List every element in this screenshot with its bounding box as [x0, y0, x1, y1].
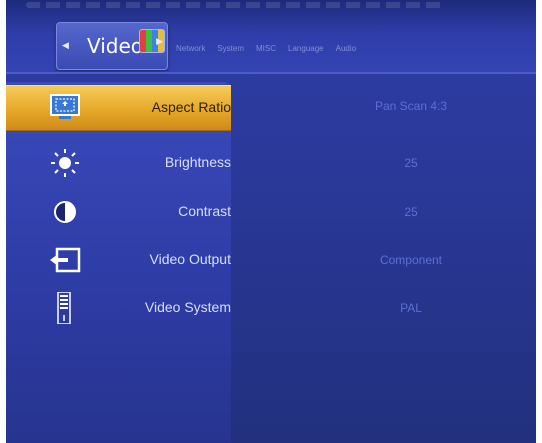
- menu-item-brightness[interactable]: Brightness: [6, 141, 231, 185]
- tab-network[interactable]: Network: [176, 44, 205, 53]
- tab-left-arrow-icon[interactable]: ◀: [62, 41, 69, 51]
- value-brightness: 25: [404, 156, 418, 170]
- brightness-sun-icon: [48, 147, 82, 179]
- menu-item-aspect-ratio[interactable]: Aspect Ratio: [6, 85, 231, 131]
- value-contrast: 25: [404, 205, 418, 219]
- aspect-ratio-icon: [48, 92, 82, 124]
- tab-language[interactable]: Language: [288, 44, 324, 53]
- top-bar: ◀ Video ▶ Network System MISC Language A…: [6, 0, 536, 72]
- tab-video-label: Video: [87, 34, 144, 58]
- video-system-icon: [48, 291, 82, 325]
- menu-label: Brightness: [164, 154, 231, 170]
- menu-label: Aspect Ratio: [151, 99, 231, 115]
- value-aspect-ratio: Pan Scan 4:3: [374, 99, 448, 113]
- menu-item-video-output[interactable]: Video Output: [6, 238, 231, 282]
- contrast-icon: [48, 196, 82, 228]
- top-decoration: [26, 2, 446, 8]
- tab-audio[interactable]: Audio: [336, 44, 356, 53]
- menu-label: Contrast: [178, 203, 231, 219]
- menu-label: Video Output: [149, 251, 231, 267]
- tab-system[interactable]: System: [217, 44, 244, 53]
- menu-label: Video System: [144, 299, 231, 315]
- menu-item-contrast[interactable]: Contrast: [6, 190, 231, 234]
- tab-right-arrow-icon[interactable]: ▶: [156, 37, 163, 47]
- menu-item-video-system[interactable]: Video System: [6, 286, 231, 330]
- divider: [6, 72, 536, 74]
- tab-video[interactable]: ◀ Video ▶: [56, 22, 168, 70]
- video-output-icon: [48, 244, 82, 276]
- value-video-output: Component: [379, 253, 443, 267]
- tab-misc[interactable]: MISC: [256, 44, 276, 53]
- value-video-system: PAL: [400, 301, 422, 315]
- tab-list: Network System MISC Language Audio: [176, 44, 356, 53]
- settings-screen: ◀ Video ▶ Network System MISC Language A…: [6, 0, 536, 443]
